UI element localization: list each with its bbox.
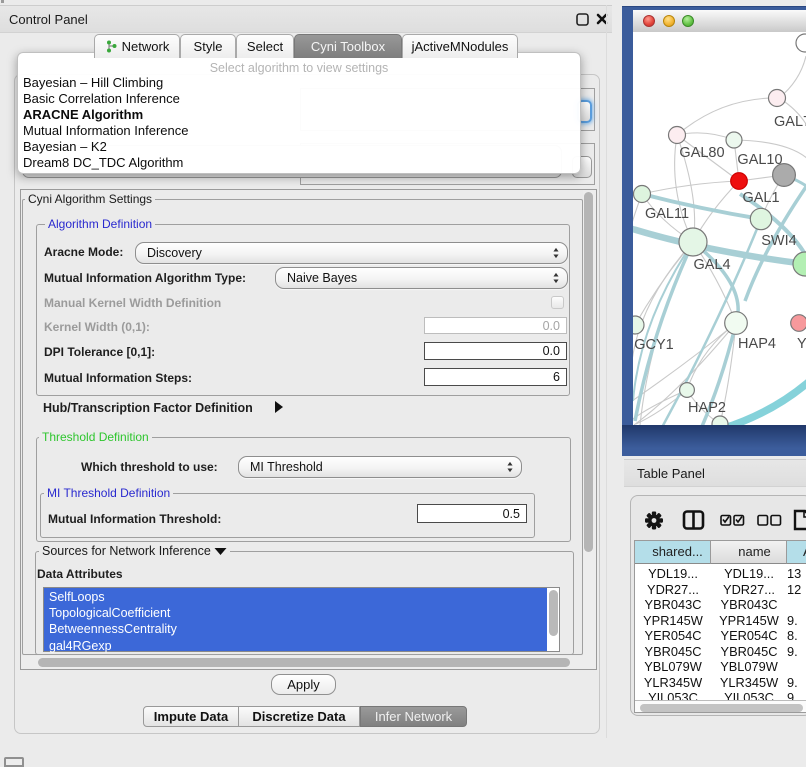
svg-text:GAL11: GAL11	[645, 206, 689, 222]
svg-text:GCY1: GCY1	[634, 337, 674, 353]
svg-text:GAL10: GAL10	[737, 152, 782, 168]
svg-text:GAL4: GAL4	[693, 257, 730, 273]
svg-text:HAP2: HAP2	[688, 400, 726, 416]
svg-text:HAP4: HAP4	[738, 336, 776, 352]
svg-text:YM: YM	[797, 336, 806, 352]
svg-text:GAL7: GAL7	[774, 114, 806, 130]
svg-text:GAL1: GAL1	[742, 190, 779, 206]
svg-text:SWI4: SWI4	[761, 233, 796, 249]
svg-text:GAL80: GAL80	[679, 145, 724, 161]
